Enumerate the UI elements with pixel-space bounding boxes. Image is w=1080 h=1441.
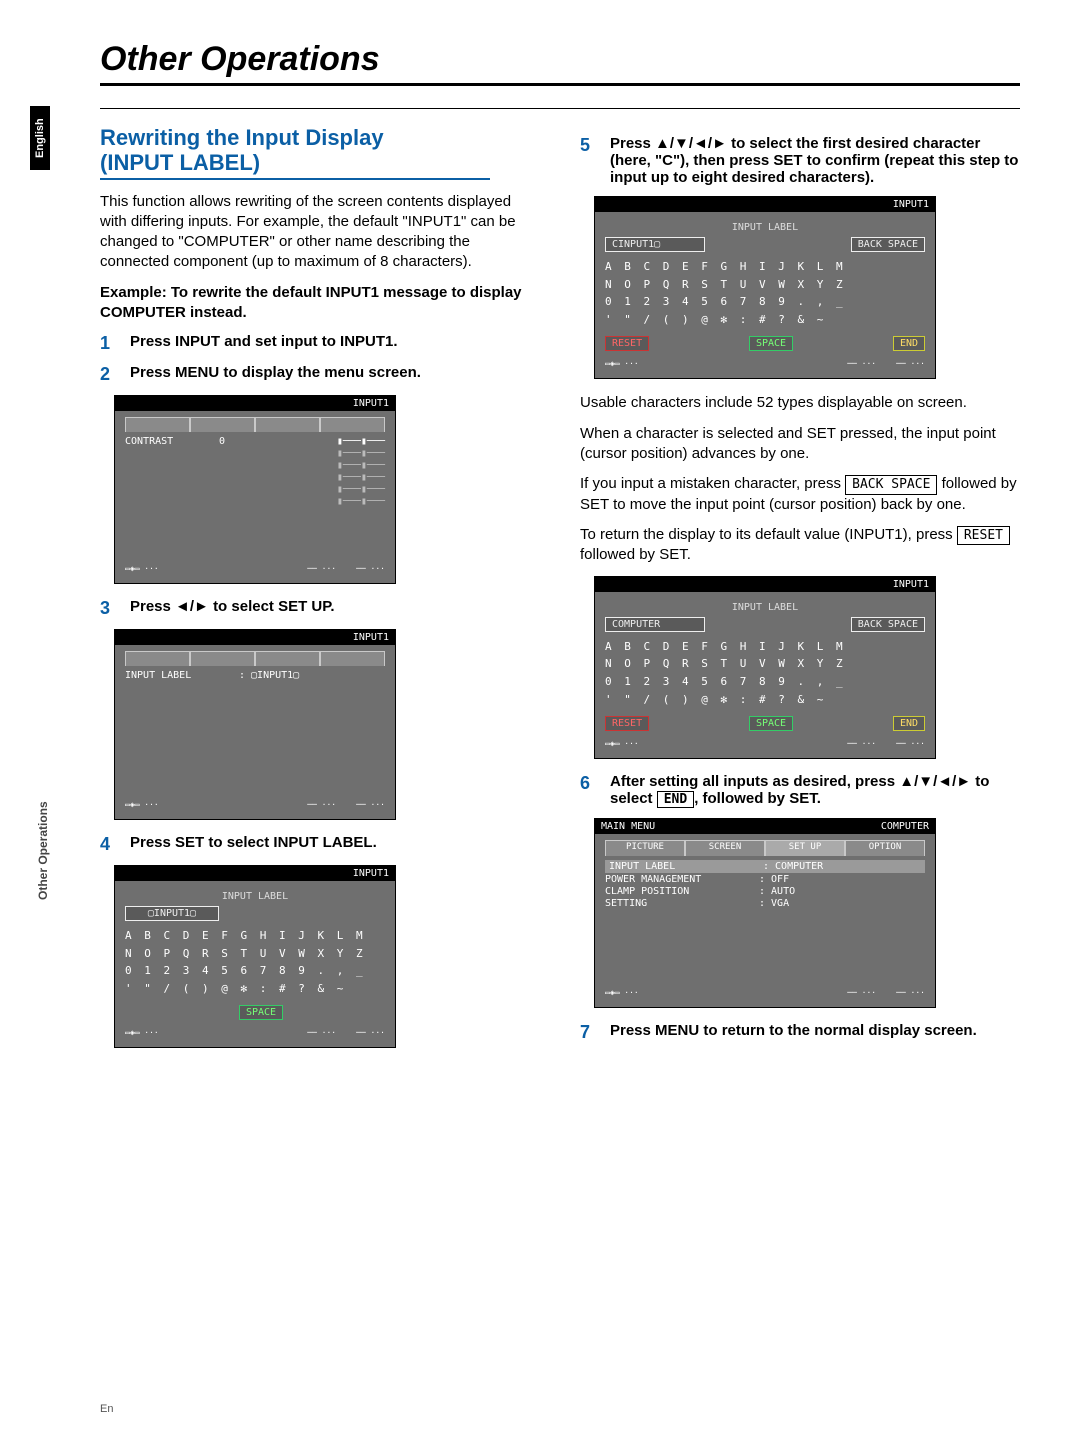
step-number: 4 (100, 834, 116, 855)
note-d: To return the display to its default val… (580, 525, 1020, 566)
osd-row-key: CONTRAST (125, 436, 215, 447)
step-5: 5 Press ▲/▼/◄/► to select the first desi… (580, 135, 1020, 186)
page-title: Other Operations (100, 40, 1020, 79)
thin-rule (100, 108, 1020, 109)
osd-field: COMPUTER (605, 617, 705, 632)
backspace-button: BACK SPACE (851, 617, 925, 632)
right-column: 5 Press ▲/▼/◄/► to select the first desi… (580, 125, 1020, 1062)
screenshot-step5: INPUT1 INPUT LABEL CINPUT1▢ BACK SPACE A… (594, 196, 1020, 379)
tab-screen: SCREEN (685, 840, 765, 856)
screenshot-step6: MAIN MENU COMPUTER PICTURE SCREEN SET UP… (594, 818, 1020, 1008)
language-tab: English (30, 106, 50, 170)
screenshot-step2: INPUT1 CONTRAST0▮───▮─── ▮───▮─── ▮───▮─… (114, 395, 540, 584)
screenshot-step3: INPUT1 INPUT LABEL: ▢INPUT1▢ ▭◈▭ ···── ·… (114, 629, 540, 820)
note-b: When a character is selected and SET pre… (580, 424, 1020, 465)
osd-charset: A B C D E F G H I J K L M N O P Q R S T … (125, 927, 385, 997)
step-1: 1 Press INPUT and set input to INPUT1. (100, 333, 540, 354)
left-column: Rewriting the Input Display (INPUT LABEL… (100, 125, 540, 1062)
step-number: 7 (580, 1022, 596, 1043)
reset-button: RESET (605, 336, 649, 351)
step-number: 2 (100, 364, 116, 385)
backspace-box: BACK SPACE (845, 475, 937, 495)
step-7: 7 Press MENU to return to the normal dis… (580, 1022, 1020, 1043)
osd-header: INPUT1 (595, 197, 935, 212)
step-text: Press SET to select INPUT LABEL. (130, 834, 540, 855)
step-number: 5 (580, 135, 596, 186)
step-text: Press MENU to return to the normal displ… (610, 1022, 1020, 1043)
step-text: Press ▲/▼/◄/► to select the first desire… (610, 135, 1020, 186)
note-c: If you input a mistaken character, press… (580, 474, 1020, 515)
osd-charset: A B C D E F G H I J K L M N O P Q R S T … (605, 258, 925, 328)
end-box: END (657, 791, 694, 808)
side-caption: Other Operations (36, 801, 50, 900)
space-button: SPACE (749, 716, 793, 731)
osd-field: CINPUT1▢ (605, 237, 705, 252)
step-number: 6 (580, 773, 596, 808)
step-2: 2 Press MENU to display the menu screen. (100, 364, 540, 385)
step-number: 3 (100, 598, 116, 619)
space-button: SPACE (749, 336, 793, 351)
osd-header: INPUT1 (115, 866, 395, 881)
screenshot-step4: INPUT1 INPUT LABEL ▢INPUT1▢ x A B C D E … (114, 865, 540, 1048)
space-button: SPACE (239, 1005, 283, 1020)
reset-box: RESET (957, 526, 1010, 546)
title-rule (100, 83, 1020, 86)
end-button: END (893, 716, 925, 731)
tab-picture: PICTURE (605, 840, 685, 856)
section-title-line1: Rewriting the Input Display (100, 125, 384, 150)
page-number: En (100, 1403, 113, 1415)
backspace-button: BACK SPACE (851, 237, 925, 252)
tab-setup: SET UP (765, 840, 845, 856)
step-text: Press INPUT and set input to INPUT1. (130, 333, 540, 354)
osd-charset: A B C D E F G H I J K L M N O P Q R S T … (605, 638, 925, 708)
osd-label-heading: INPUT LABEL (605, 598, 925, 617)
osd-label-heading: INPUT LABEL (605, 218, 925, 237)
note-a: Usable characters include 52 types displ… (580, 393, 1020, 413)
section-rule (100, 178, 490, 180)
osd-row-val: 0 (219, 436, 225, 447)
screenshot-step5b: INPUT1 INPUT LABEL COMPUTER BACK SPACE A… (594, 576, 1020, 759)
osd-header: INPUT1 (595, 577, 935, 592)
example-lead: Example: To rewrite the default INPUT1 m… (100, 283, 540, 324)
osd-label-heading: INPUT LABEL (125, 887, 385, 906)
osd-row-val: : ▢INPUT1▢ (239, 670, 299, 681)
reset-button: RESET (605, 716, 649, 731)
step-number: 1 (100, 333, 116, 354)
step-text: After setting all inputs as desired, pre… (610, 773, 1020, 808)
step-text: Press MENU to display the menu screen. (130, 364, 540, 385)
section-title: Rewriting the Input Display (INPUT LABEL… (100, 125, 540, 176)
osd-header: INPUT1 (115, 630, 395, 645)
step-text: Press ◄/► to select SET UP. (130, 598, 540, 619)
intro-text: This function allows rewriting of the sc… (100, 192, 540, 273)
osd-field: ▢INPUT1▢ (125, 906, 219, 921)
osd-header: INPUT1 (115, 396, 395, 411)
step-6: 6 After setting all inputs as desired, p… (580, 773, 1020, 808)
step-4: 4 Press SET to select INPUT LABEL. (100, 834, 540, 855)
end-button: END (893, 336, 925, 351)
osd-header: MAIN MENU COMPUTER (595, 819, 935, 834)
step-3: 3 Press ◄/► to select SET UP. (100, 598, 540, 619)
osd-row-key: INPUT LABEL (125, 670, 235, 681)
section-title-line2: (INPUT LABEL) (100, 150, 260, 175)
tab-option: OPTION (845, 840, 925, 856)
